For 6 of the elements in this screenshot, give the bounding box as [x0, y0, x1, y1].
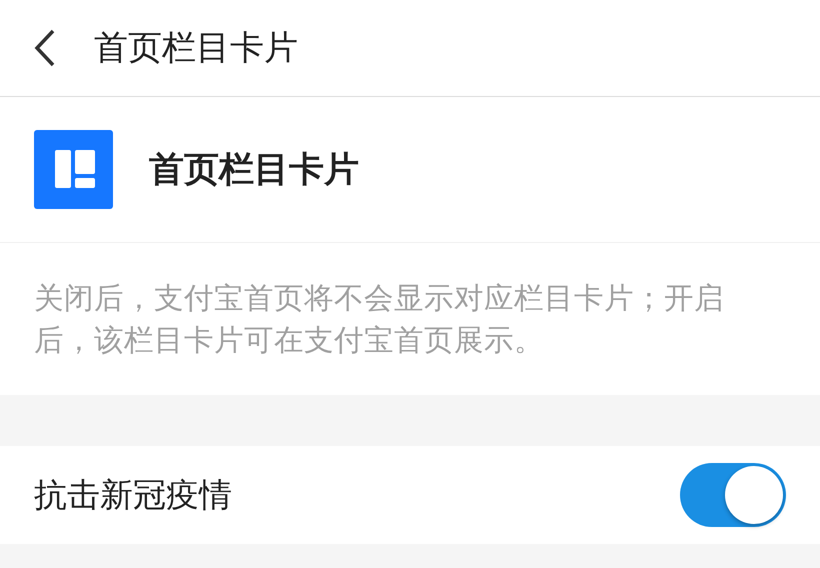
card-layout-icon	[34, 130, 113, 209]
card-title: 首页栏目卡片	[149, 149, 359, 192]
page-title: 首页栏目卡片	[94, 27, 298, 70]
card-description: 关闭后，支付宝首页将不会显示对应栏目卡片；开启后，该栏目卡片可在支付宝首页展示。	[33, 280, 725, 359]
setting-label: 抗击新冠疫情	[34, 474, 232, 516]
back-icon	[34, 29, 56, 67]
